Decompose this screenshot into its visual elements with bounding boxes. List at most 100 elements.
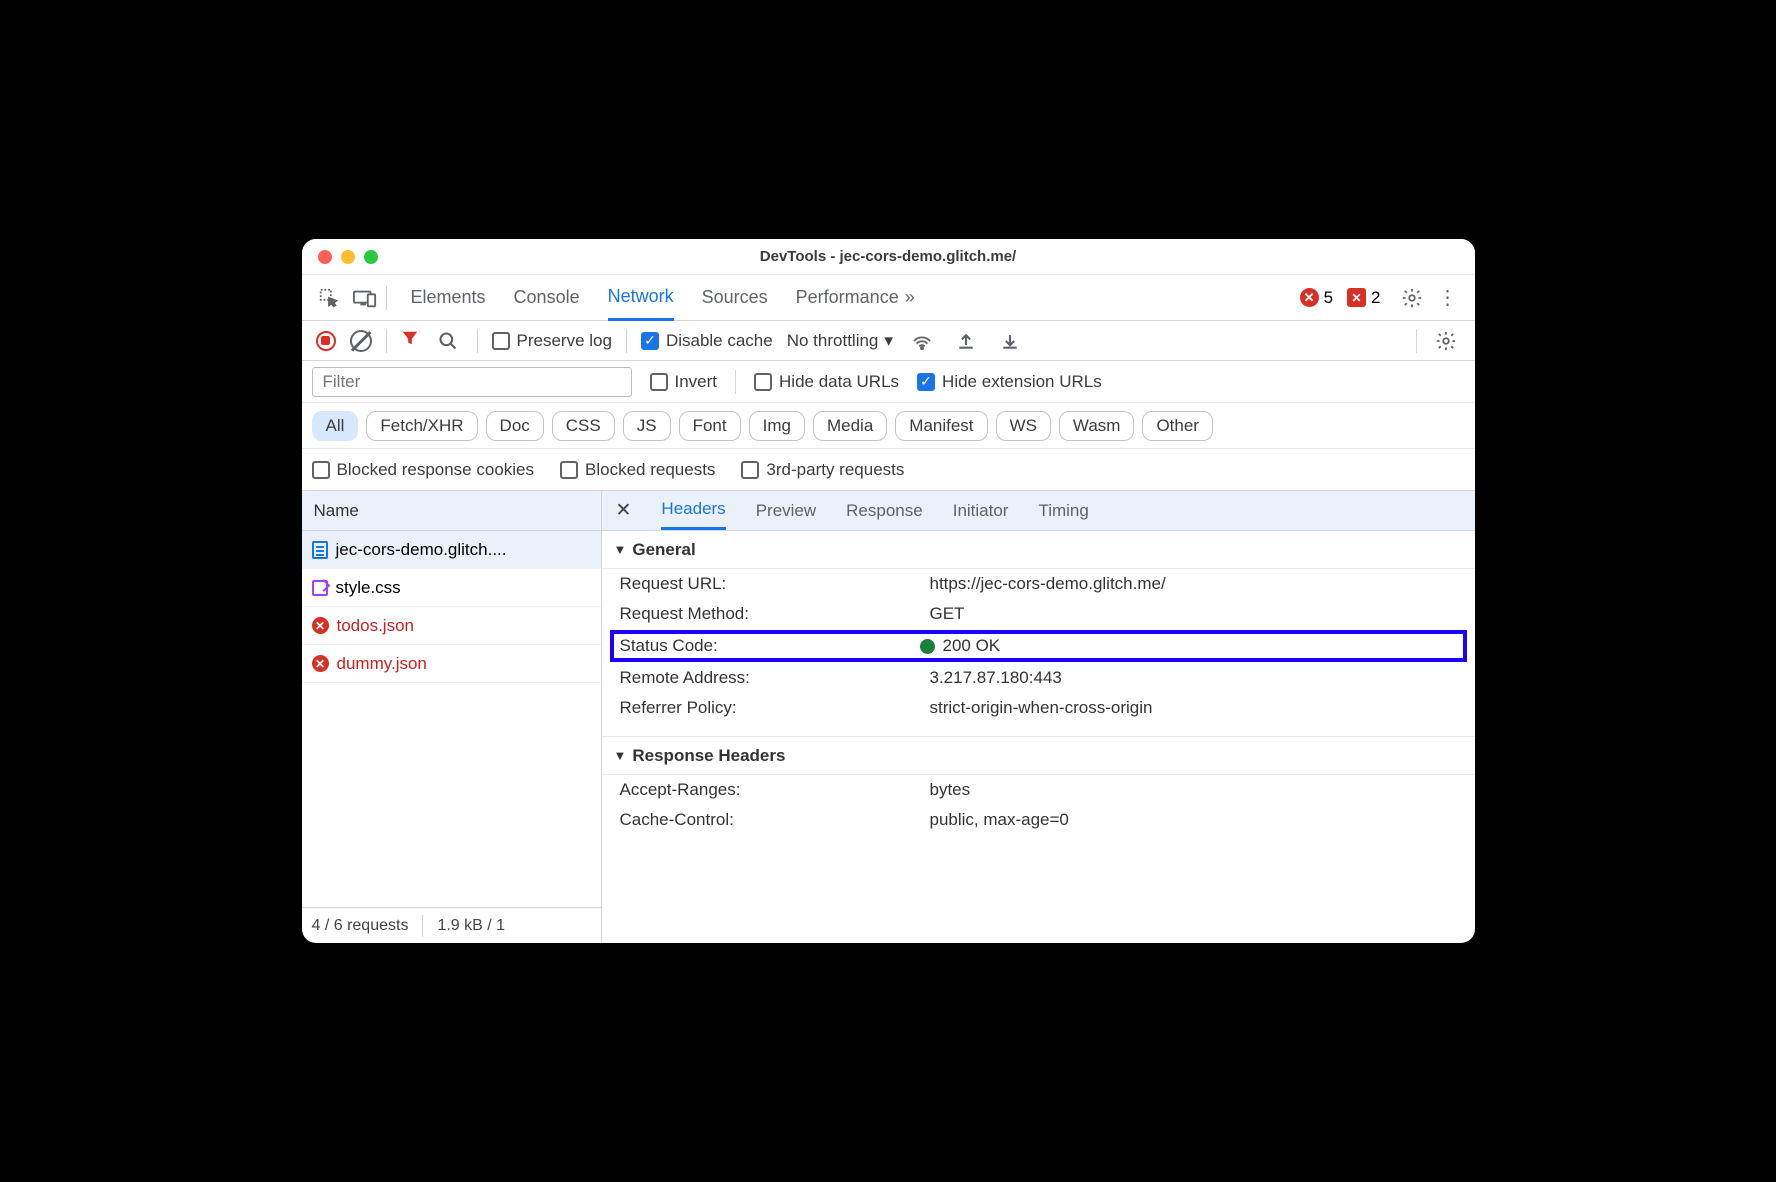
issues-count-badge[interactable]: ✕ 2 <box>1347 288 1380 308</box>
response-headers-section-header[interactable]: ▼ Response Headers <box>602 737 1475 775</box>
pill-media[interactable]: Media <box>813 411 887 441</box>
error-icon: ✕ <box>312 655 329 672</box>
request-row-2[interactable]: ✕ todos.json <box>302 607 601 645</box>
tab-console[interactable]: Console <box>514 275 580 320</box>
hide-ext-label: Hide extension URLs <box>942 372 1102 392</box>
issues-icon: ✕ <box>1347 288 1366 307</box>
titlebar: DevTools - jec-cors-demo.glitch.me/ <box>302 239 1475 275</box>
request-count: 4 / 6 requests <box>312 917 409 935</box>
detail-tab-headers[interactable]: Headers <box>661 491 725 530</box>
pill-wasm[interactable]: Wasm <box>1059 411 1135 441</box>
window-title: DevTools - jec-cors-demo.glitch.me/ <box>302 248 1475 265</box>
hide-data-urls-checkbox[interactable]: Hide data URLs <box>754 372 899 392</box>
inspect-icon[interactable] <box>314 283 344 313</box>
throttling-select[interactable]: No throttling ▾ <box>787 331 893 351</box>
close-detail-button[interactable]: ✕ <box>616 499 632 522</box>
tab-network[interactable]: Network <box>608 276 674 321</box>
hide-data-label: Hide data URLs <box>779 372 899 392</box>
error-count: 5 <box>1324 288 1333 308</box>
request-row-1[interactable]: style.css <box>302 569 601 607</box>
pill-img[interactable]: Img <box>749 411 805 441</box>
key: Referrer Policy: <box>620 698 930 718</box>
key: Request URL: <box>620 574 930 594</box>
devtools-window: DevTools - jec-cors-demo.glitch.me/ Elem… <box>302 239 1475 943</box>
more-tabs-icon[interactable]: » <box>905 287 915 308</box>
device-toolbar-icon[interactable] <box>350 283 380 313</box>
kv-remote-address: Remote Address: 3.217.87.180:443 <box>602 663 1475 693</box>
key: Status Code: <box>620 636 920 656</box>
third-party-label: 3rd-party requests <box>766 460 904 480</box>
key: Remote Address: <box>620 668 930 688</box>
record-button[interactable] <box>316 331 336 351</box>
filter-type-pills: All Fetch/XHR Doc CSS JS Font Img Media … <box>302 403 1475 449</box>
third-party-checkbox[interactable]: 3rd-party requests <box>741 460 904 480</box>
pill-other[interactable]: Other <box>1142 411 1213 441</box>
network-conditions-icon[interactable] <box>907 326 937 356</box>
kv-referrer-policy: Referrer Policy: strict-origin-when-cros… <box>602 693 1475 723</box>
request-detail: ✕ Headers Preview Response Initiator Tim… <box>602 491 1475 943</box>
network-toolbar: Preserve log ✓ Disable cache No throttli… <box>302 321 1475 361</box>
disclosure-triangle-icon: ▼ <box>614 748 627 763</box>
pill-font[interactable]: Font <box>679 411 741 441</box>
tab-sources[interactable]: Sources <box>702 275 768 320</box>
value: 3.217.87.180:443 <box>930 668 1062 688</box>
request-row-3[interactable]: ✕ dummy.json <box>302 645 601 683</box>
filter-row-1: Invert Hide data URLs ✓ Hide extension U… <box>302 361 1475 403</box>
pill-all[interactable]: All <box>312 411 359 441</box>
close-window-button[interactable] <box>318 250 332 264</box>
status-ok-icon <box>920 639 935 654</box>
divider <box>386 286 387 310</box>
request-list-header[interactable]: Name <box>302 491 601 531</box>
detail-body: ▼ General Request URL: https://jec-cors-… <box>602 531 1475 943</box>
search-icon[interactable] <box>433 326 463 356</box>
download-har-icon[interactable] <box>995 326 1025 356</box>
filter-toggle-icon[interactable] <box>401 329 419 352</box>
maximize-window-button[interactable] <box>364 250 378 264</box>
response-headers-title: Response Headers <box>632 746 785 766</box>
request-name: jec-cors-demo.glitch.... <box>336 540 507 560</box>
blocked-requests-checkbox[interactable]: Blocked requests <box>560 460 715 480</box>
value: bytes <box>930 780 971 800</box>
value: https://jec-cors-demo.glitch.me/ <box>930 574 1166 594</box>
tab-performance[interactable]: Performance <box>796 275 899 320</box>
hide-extension-urls-checkbox[interactable]: ✓ Hide extension URLs <box>917 372 1102 392</box>
detail-tabs: ✕ Headers Preview Response Initiator Tim… <box>602 491 1475 531</box>
value: strict-origin-when-cross-origin <box>930 698 1153 718</box>
settings-icon[interactable] <box>1397 283 1427 313</box>
detail-tab-initiator[interactable]: Initiator <box>953 491 1009 530</box>
detail-tab-response[interactable]: Response <box>846 491 923 530</box>
network-settings-icon[interactable] <box>1431 326 1461 356</box>
checkbox-icon <box>492 332 510 350</box>
pill-manifest[interactable]: Manifest <box>895 411 987 441</box>
network-main: Name jec-cors-demo.glitch.... style.css … <box>302 491 1475 943</box>
kv-accept-ranges: Accept-Ranges: bytes <box>602 775 1475 805</box>
tab-elements[interactable]: Elements <box>411 275 486 320</box>
kv-request-method: Request Method: GET <box>602 599 1475 629</box>
invert-checkbox[interactable]: Invert <box>650 372 718 392</box>
preserve-log-checkbox[interactable]: Preserve log <box>492 331 612 351</box>
blocked-cookies-checkbox[interactable]: Blocked response cookies <box>312 460 535 480</box>
minimize-window-button[interactable] <box>341 250 355 264</box>
pill-fetch-xhr[interactable]: Fetch/XHR <box>366 411 477 441</box>
value: public, max-age=0 <box>930 810 1069 830</box>
transfer-size: 1.9 kB / 1 <box>437 917 505 935</box>
pill-js[interactable]: JS <box>623 411 671 441</box>
detail-tab-preview[interactable]: Preview <box>756 491 816 530</box>
pill-doc[interactable]: Doc <box>486 411 544 441</box>
pill-css[interactable]: CSS <box>552 411 615 441</box>
request-row-0[interactable]: jec-cors-demo.glitch.... <box>302 531 601 569</box>
error-icon: ✕ <box>1300 288 1319 307</box>
issues-count: 2 <box>1371 288 1380 308</box>
general-section-header[interactable]: ▼ General <box>602 531 1475 569</box>
value: 200 OK <box>920 636 1001 656</box>
more-menu-icon[interactable]: ⋮ <box>1433 283 1463 313</box>
filter-input[interactable] <box>312 367 632 397</box>
detail-tab-timing[interactable]: Timing <box>1038 491 1088 530</box>
error-count-badge[interactable]: ✕ 5 <box>1300 288 1333 308</box>
value: GET <box>930 604 965 624</box>
pill-ws[interactable]: WS <box>996 411 1051 441</box>
disable-cache-checkbox[interactable]: ✓ Disable cache <box>641 331 773 351</box>
clear-button[interactable] <box>350 330 372 352</box>
upload-har-icon[interactable] <box>951 326 981 356</box>
traffic-lights <box>302 250 378 264</box>
